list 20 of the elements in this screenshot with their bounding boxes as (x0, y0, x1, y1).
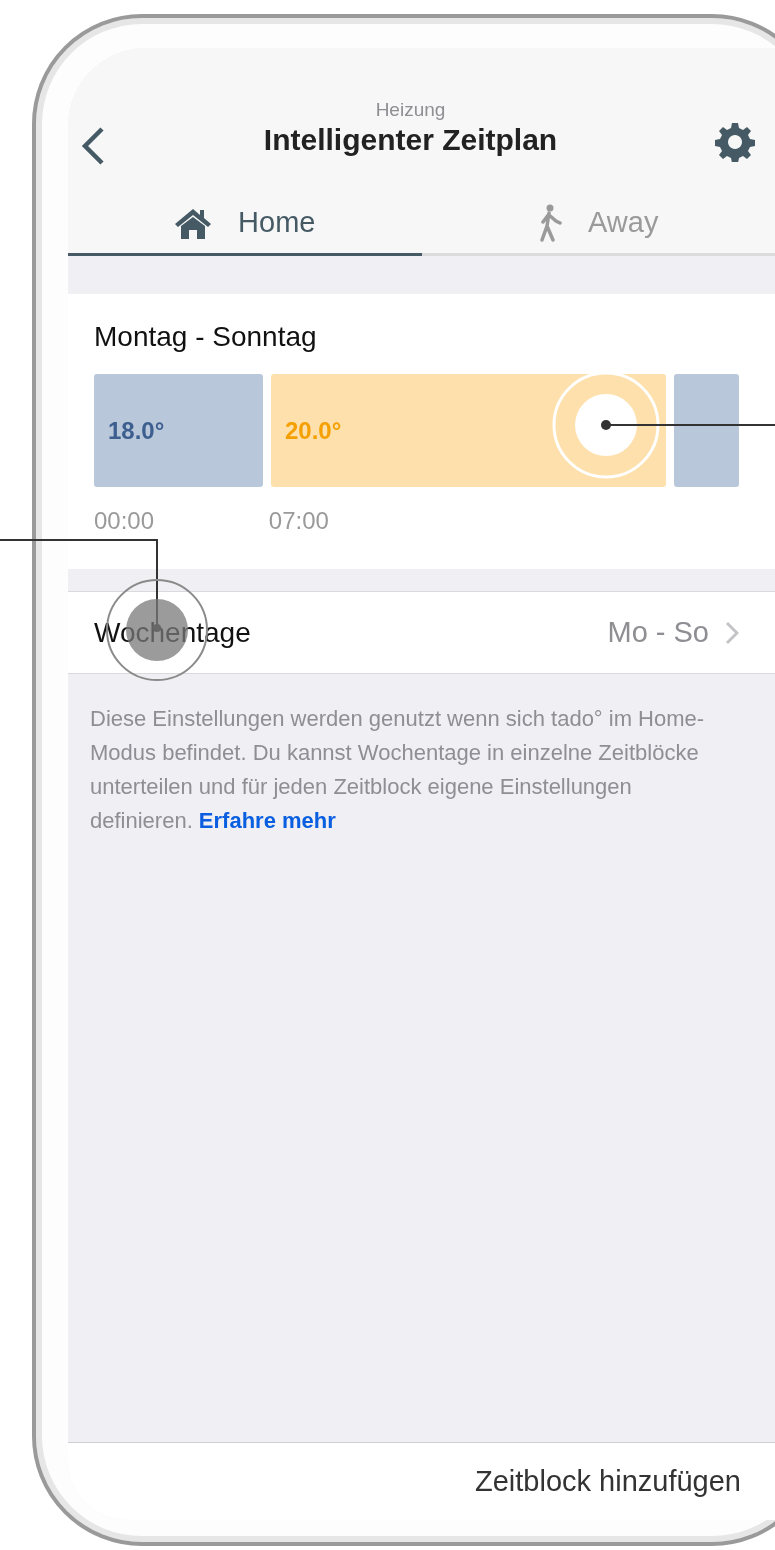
weekdays-label: Wochentage (94, 615, 251, 650)
weekdays-value: Mo - So (607, 614, 709, 650)
header-subtitle: Heizung (374, 98, 447, 122)
time-block[interactable]: 18.0° (94, 374, 263, 487)
drag-handle[interactable] (552, 371, 660, 479)
chevron-right-icon (725, 620, 739, 645)
mode-tab[interactable]: Away (421, 192, 775, 256)
settings-icon[interactable] (715, 122, 755, 162)
learn-more-link[interactable]: Erfahre mehr (198, 808, 336, 833)
back-icon[interactable] (80, 126, 106, 166)
weekdays-row[interactable]: Wochentage Mo - So (68, 591, 775, 674)
schedule-title: Montag - Sonntag (94, 320, 318, 354)
house-icon (174, 206, 213, 239)
time-label: 07:00 (268, 506, 329, 536)
mode-tab[interactable]: Home (68, 192, 422, 256)
walking-person-icon (538, 203, 563, 242)
description-text: Diese Einstellungen werden genutzt wenn sich tado° im Home-Modus befindet. Du kannst Wochentage in einzelne Zeitblöcke unterteilen und für jeden Zeitblock eigene Einstellungen definieren. Erfahre mehr (89, 705, 706, 835)
time-label: 00:00 (94, 506, 155, 536)
header-title: Intelligenter Zeitplan (263, 122, 558, 158)
add-time-block-button[interactable]: Zeitblock hinzufügen (475, 1459, 741, 1504)
